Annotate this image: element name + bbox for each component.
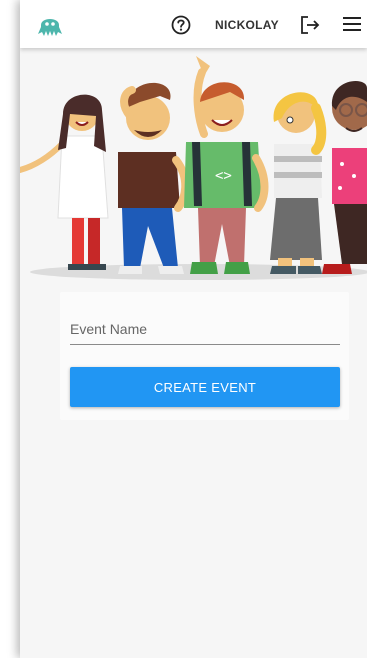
create-event-card: CREATE EVENT xyxy=(60,292,349,420)
octopus-logo[interactable] xyxy=(35,10,65,40)
person-man-brown-shirt xyxy=(118,82,190,274)
question-circle-icon[interactable] xyxy=(171,15,191,35)
username-label[interactable]: NICKOLAY xyxy=(215,18,279,32)
hamburger-menu-icon[interactable] xyxy=(343,16,361,32)
logout-arrow-icon[interactable] xyxy=(299,14,321,36)
event-name-field-wrapper xyxy=(70,314,340,345)
top-app-bar: NICKOLAY xyxy=(20,0,367,48)
person-man-green-shirt: <> xyxy=(184,56,269,274)
app-window: NICKOLAY <> Event Name CREATE EVENT xyxy=(20,0,367,658)
people-group-illustration: <> xyxy=(20,56,367,280)
svg-text:<>: <> xyxy=(215,168,232,184)
create-event-button[interactable]: CREATE EVENT xyxy=(70,367,340,407)
event-name-input[interactable] xyxy=(70,314,340,344)
person-pink-shirt-right xyxy=(322,81,367,274)
person-girl-left xyxy=(20,94,109,270)
person-blonde-woman xyxy=(270,92,327,274)
screen: NICKOLAY <> Event Name CREATE EVENT xyxy=(0,0,367,658)
hero-illustration: <> xyxy=(20,48,367,288)
